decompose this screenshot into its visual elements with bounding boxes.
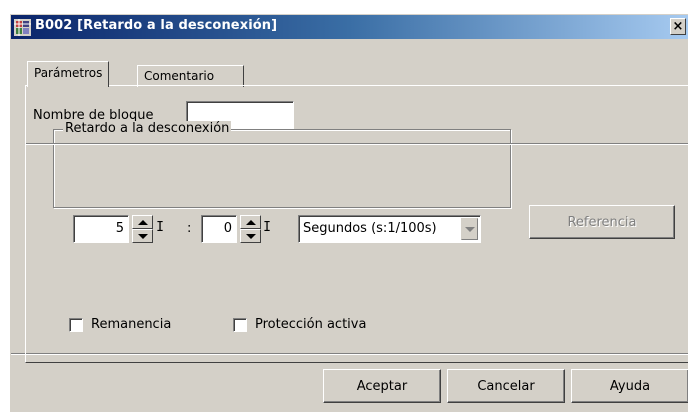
cancel-button[interactable]: Cancelar [447, 369, 565, 403]
window-title: B002 [Retardo a la desconexión] [35, 18, 278, 33]
cancel-button-label: Cancelar [477, 378, 535, 394]
tab-comentario[interactable]: Comentario [137, 65, 244, 87]
close-button[interactable]: × [670, 18, 686, 35]
title-bar[interactable]: B002 [Retardo a la desconexión] × [11, 15, 688, 39]
close-icon: × [672, 19, 684, 34]
logo-block-icon [14, 19, 31, 36]
help-button-label: Ayuda [609, 378, 651, 394]
panel-divider-highlight [26, 144, 688, 145]
parameters-panel [25, 85, 688, 363]
dialog-window: B002 [Retardo a la desconexión] × Paráme… [10, 14, 688, 412]
ok-button-label: Aceptar [356, 378, 408, 394]
help-button[interactable]: Ayuda [571, 369, 688, 403]
ok-button[interactable]: Aceptar [323, 369, 441, 403]
tab-parametros-label: Parámetros [34, 66, 103, 80]
tab-parametros[interactable]: Parámetros [27, 61, 110, 87]
tab-comentario-label: Comentario [144, 69, 215, 83]
